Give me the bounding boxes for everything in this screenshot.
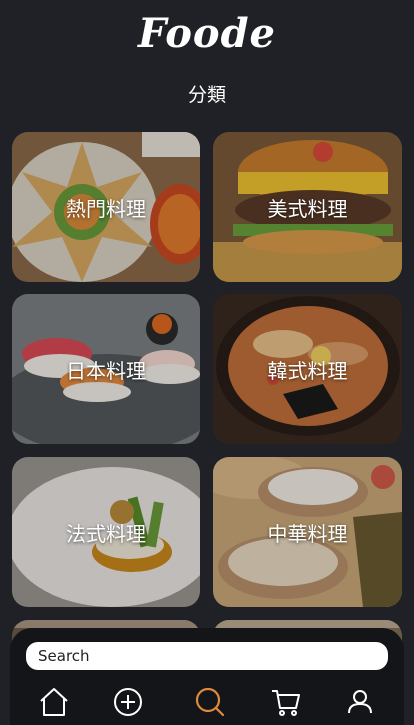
category-label: 中華料理: [267, 521, 348, 546]
category-card-american[interactable]: 美式料理: [213, 132, 402, 282]
category-label: 韓式料理: [267, 358, 348, 383]
search-icon: [195, 687, 225, 717]
category-card-french[interactable]: 法式料理: [12, 457, 200, 607]
category-card-japanese[interactable]: 日本料理: [12, 294, 200, 444]
search-input[interactable]: [26, 642, 388, 670]
cart-icon: [272, 690, 300, 716]
nav-home[interactable]: [34, 684, 74, 720]
user-icon: [348, 690, 372, 714]
category-label: 熱門料理: [66, 196, 146, 221]
home-icon: [40, 688, 68, 716]
category-grid: 熱門料理 美式料理 日本料理 韓式料理 法式料理 中華料理: [0, 0, 414, 725]
nav-profile[interactable]: [340, 684, 380, 720]
nav-cart[interactable]: [266, 684, 306, 720]
nav-search[interactable]: [190, 684, 230, 720]
add-icon: [114, 688, 142, 716]
category-card-chinese[interactable]: 中華料理: [213, 457, 402, 607]
nav-add[interactable]: [108, 684, 148, 720]
bottom-bar: [10, 628, 404, 725]
category-label: 美式料理: [267, 196, 348, 221]
category-label: 法式料理: [66, 521, 146, 546]
category-card-popular[interactable]: 熱門料理: [12, 132, 200, 282]
category-card-korean[interactable]: 韓式料理: [213, 294, 402, 444]
category-label: 日本料理: [66, 358, 146, 383]
bottom-nav: [10, 684, 404, 720]
